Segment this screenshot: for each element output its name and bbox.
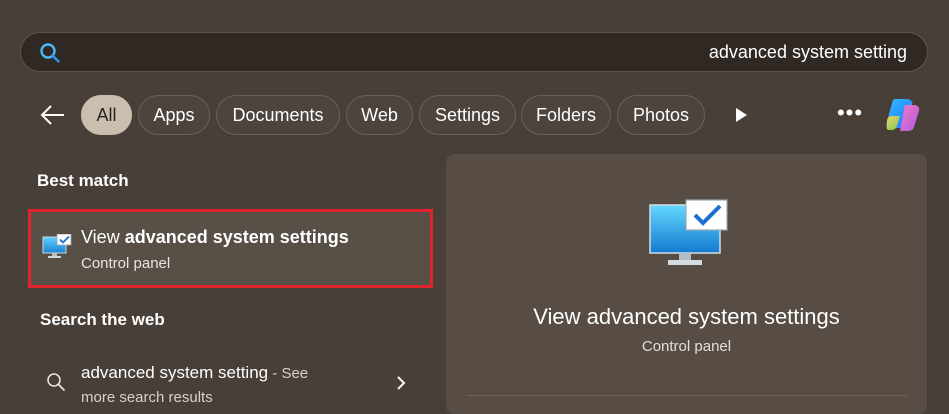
web-result-query: advanced system setting <box>81 363 269 382</box>
best-match-title-prefix: View <box>81 227 125 247</box>
preview-title: View advanced system settings <box>533 304 840 329</box>
filter-chip-web[interactable]: Web <box>346 95 413 135</box>
arrow-left-icon[interactable] <box>40 104 66 126</box>
monitor-checkmark-icon <box>42 234 72 258</box>
filter-chip-documents[interactable]: Documents <box>216 95 340 135</box>
filter-chip-photos[interactable]: Photos <box>617 95 705 135</box>
preview-subtitle: Control panel <box>641 338 732 355</box>
search-web-heading: Search the web <box>40 310 165 329</box>
filter-bar: All Apps Documents Web Settings Folders … <box>0 95 949 135</box>
preview-panel: View advanced system settings Control pa… <box>446 154 927 414</box>
filter-chip-apps[interactable]: Apps <box>138 95 210 135</box>
copilot-icon[interactable] <box>881 95 921 135</box>
web-result-line2: more search results <box>81 389 213 406</box>
search-icon <box>40 43 60 63</box>
search-icon <box>47 373 65 391</box>
monitor-checkmark-icon <box>649 199 728 265</box>
filter-chip-settings[interactable]: Settings <box>419 95 516 135</box>
best-match-title-bold: advanced system settings <box>124 227 349 247</box>
best-match-subtitle: Control panel <box>81 255 171 272</box>
web-search-result[interactable]: advanced system setting - See more searc… <box>28 356 428 408</box>
best-match-result[interactable]: View advanced system settings Control pa… <box>28 209 433 288</box>
best-match-title: View advanced system settings <box>81 227 349 248</box>
filter-chip-all[interactable]: All <box>81 95 132 135</box>
search-bar[interactable]: advanced system setting <box>20 32 928 72</box>
play-icon[interactable] <box>734 108 748 122</box>
search-query-text[interactable]: advanced system setting <box>709 42 907 63</box>
divider <box>466 395 907 396</box>
web-result-see: - See <box>268 365 309 382</box>
web-result-line1: advanced system setting - See <box>81 363 308 383</box>
more-horizontal-icon[interactable]: ••• <box>836 102 864 127</box>
chevron-right-icon[interactable] <box>396 376 406 390</box>
best-match-heading: Best match <box>37 171 129 190</box>
filter-chip-folders[interactable]: Folders <box>521 95 611 135</box>
